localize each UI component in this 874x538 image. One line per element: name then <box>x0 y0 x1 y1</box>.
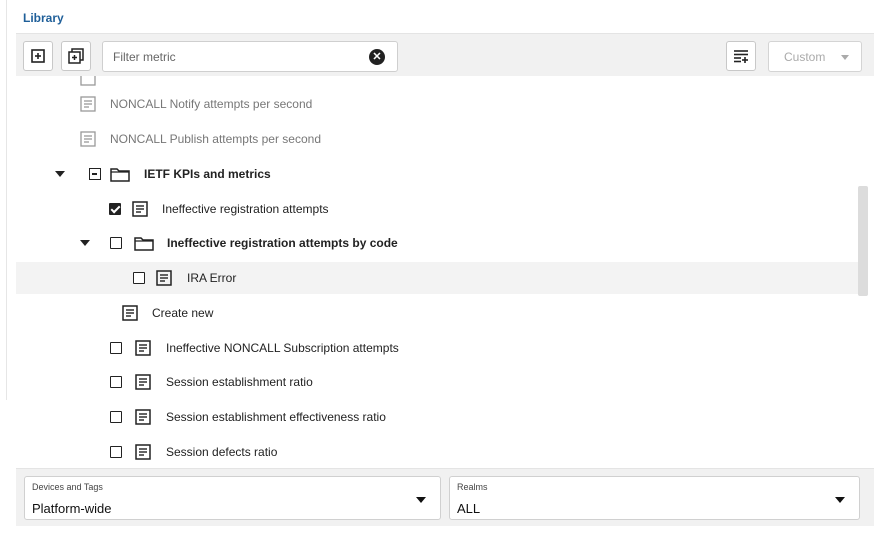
tree-item-label: Session establishment effectiveness rati… <box>166 410 386 424</box>
tree-row-metric[interactable]: Session establishment effectiveness rati… <box>16 401 858 433</box>
plus-square-icon <box>31 49 45 63</box>
tree-item-label: Session establishment ratio <box>166 375 313 389</box>
tree-item-label: Ineffective registration attempts by cod… <box>167 236 398 250</box>
plus-stacked-icon <box>68 48 84 64</box>
realms-value: ALL <box>457 501 481 516</box>
metric-tree: NONCALL Notify attempts per second NONCA… <box>16 76 858 468</box>
list-add-icon <box>734 50 748 63</box>
devices-value: Platform-wide <box>32 501 112 516</box>
tree-row-metric[interactable]: NONCALL Publish attempts per second <box>16 123 858 155</box>
clear-icon[interactable]: ✕ <box>369 49 385 65</box>
chevron-down-icon <box>835 497 845 503</box>
folder-checkbox[interactable] <box>110 237 122 249</box>
folder-icon <box>134 237 154 251</box>
document-icon <box>135 374 151 390</box>
document-icon <box>132 201 148 217</box>
tree-row-folder[interactable]: IETF KPIs and metrics <box>16 158 858 190</box>
custom-view-select[interactable]: Custom <box>768 41 862 72</box>
tree-item-label: Ineffective registration attempts <box>162 202 329 216</box>
tree-scrollbar[interactable] <box>858 186 868 296</box>
metric-checkbox[interactable] <box>109 203 121 215</box>
tree-item-label: Create new <box>152 306 214 320</box>
metric-checkbox[interactable] <box>110 342 122 354</box>
document-icon <box>122 305 138 321</box>
document-icon <box>135 340 151 356</box>
tree-item-label: NONCALL Publish attempts per second <box>110 132 321 146</box>
document-icon <box>80 131 96 147</box>
tree-item-label: Ineffective NONCALL Subscription attempt… <box>166 341 399 355</box>
realms-label: Realms <box>457 482 488 492</box>
library-toolbar: ✕ Custom <box>16 33 874 76</box>
add-column-button[interactable] <box>726 41 756 71</box>
tree-item-label: IRA Error <box>187 271 237 285</box>
expand-nested-button[interactable] <box>61 41 91 71</box>
chevron-down-icon <box>416 497 426 503</box>
left-divider <box>6 0 7 400</box>
tree-row-metric[interactable]: Ineffective registration attempts <box>16 193 858 225</box>
folder-icon <box>110 168 130 182</box>
library-title: Library <box>23 11 64 25</box>
tree-item-label: IETF KPIs and metrics <box>144 167 271 181</box>
tree-row-folder[interactable]: Ineffective registration attempts by cod… <box>16 227 858 259</box>
document-icon <box>135 444 151 460</box>
tree-row-metric[interactable]: Ineffective NONCALL Subscription attempt… <box>16 332 858 364</box>
tree-row-metric[interactable]: IRA Error <box>16 262 858 294</box>
metric-checkbox[interactable] <box>110 411 122 423</box>
metric-checkbox[interactable] <box>110 446 122 458</box>
collapse-checkbox[interactable] <box>89 168 101 180</box>
expand-caret-icon[interactable] <box>55 171 65 177</box>
realms-dropdown[interactable]: Realms ALL <box>449 476 860 520</box>
expand-all-button[interactable] <box>23 41 53 71</box>
document-icon <box>135 409 151 425</box>
filter-metric-input[interactable] <box>113 48 353 66</box>
chevron-down-icon <box>841 55 849 60</box>
tree-item-label: NONCALL Notify attempts per second <box>110 97 313 111</box>
scope-footer: Devices and Tags Platform-wide Realms AL… <box>16 468 874 526</box>
expand-caret-icon[interactable] <box>80 240 90 246</box>
custom-select-label: Custom <box>784 50 826 64</box>
tree-row-metric[interactable]: Session defects ratio <box>16 436 858 468</box>
document-icon <box>80 76 96 86</box>
devices-label: Devices and Tags <box>32 482 103 492</box>
create-new-metric[interactable]: Create new <box>16 297 858 329</box>
tree-row-metric[interactable]: NONCALL Notify attempts per second <box>16 88 858 120</box>
document-icon <box>156 270 172 286</box>
document-icon <box>80 96 96 112</box>
devices-and-tags-dropdown[interactable]: Devices and Tags Platform-wide <box>24 476 441 520</box>
tree-row-metric[interactable]: Session establishment ratio <box>16 366 858 398</box>
filter-metric-field[interactable]: ✕ <box>102 41 398 72</box>
tree-item-label: Session defects ratio <box>166 445 278 459</box>
metric-checkbox[interactable] <box>110 376 122 388</box>
metric-checkbox[interactable] <box>133 272 145 284</box>
